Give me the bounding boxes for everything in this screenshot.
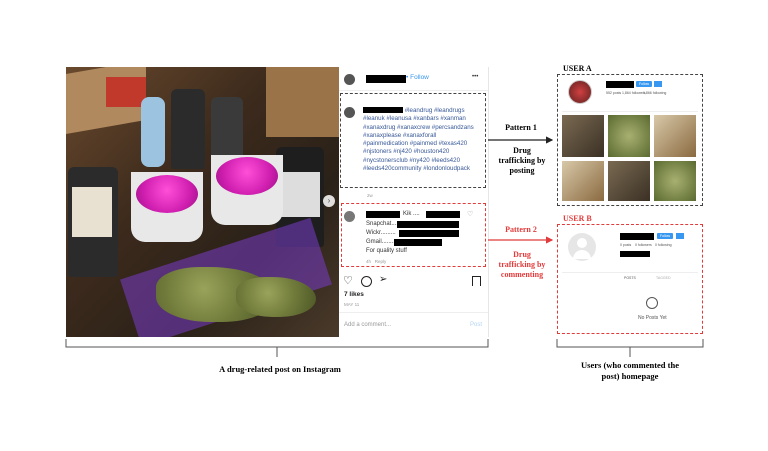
left-bracket (65, 339, 489, 348)
no-posts-text: No Posts Yet (638, 315, 667, 321)
redacted-username (620, 233, 654, 240)
user-a-following: 1,866 following (643, 91, 667, 95)
post-thumbnail[interactable] (562, 115, 604, 157)
user-b-followers: 0 followers (635, 243, 652, 247)
dropdown-icon[interactable] (654, 81, 662, 87)
left-caption: A drug-related post on Instagram (219, 364, 341, 374)
right-bracket (556, 339, 704, 348)
user-b-label: USER B (563, 214, 592, 223)
post-thumbnail[interactable] (562, 161, 604, 201)
post-thumbnail[interactable] (654, 161, 696, 201)
user-b-posts: 0 posts (620, 243, 632, 247)
user-a-posts: 552 posts (606, 91, 622, 95)
post-thumbnail[interactable] (608, 115, 650, 157)
redacted-username (606, 81, 634, 88)
pattern2-title: Pattern 2 (505, 225, 537, 234)
user-b-avatar (568, 233, 596, 261)
user-b-profile: Follow 0 posts 0 followers 0 following P… (557, 224, 703, 334)
user-a-profile: Follow 552 posts 1,864 followers 1,866 f… (557, 74, 703, 206)
right-caption: Users (who commented the post) homepage (581, 360, 679, 381)
dropdown-icon[interactable] (676, 233, 684, 239)
camera-icon (646, 297, 658, 309)
redacted-bio (620, 251, 650, 257)
tab-posts[interactable]: POSTS (624, 276, 636, 280)
divider (562, 272, 698, 273)
pattern2-desc: Drug trafficking by commenting (498, 250, 546, 279)
pattern1-title: Pattern 1 (505, 123, 537, 132)
divider (562, 111, 698, 112)
user-a-label: USER A (563, 64, 592, 73)
user-a-avatar (568, 80, 592, 104)
user-a-follow-button[interactable]: Follow (636, 81, 652, 87)
post-thumbnail[interactable] (654, 115, 696, 157)
user-a-followers: 1,864 followers (622, 91, 646, 95)
post-thumbnail[interactable] (608, 161, 650, 201)
default-avatar-head (577, 238, 587, 248)
tab-tagged[interactable]: TAGGED (656, 276, 671, 280)
user-b-following: 0 following (655, 243, 672, 247)
pattern1-desc: Drug trafficking by posting (498, 146, 546, 175)
user-b-follow-button[interactable]: Follow (657, 233, 673, 239)
default-avatar-body (573, 250, 591, 259)
